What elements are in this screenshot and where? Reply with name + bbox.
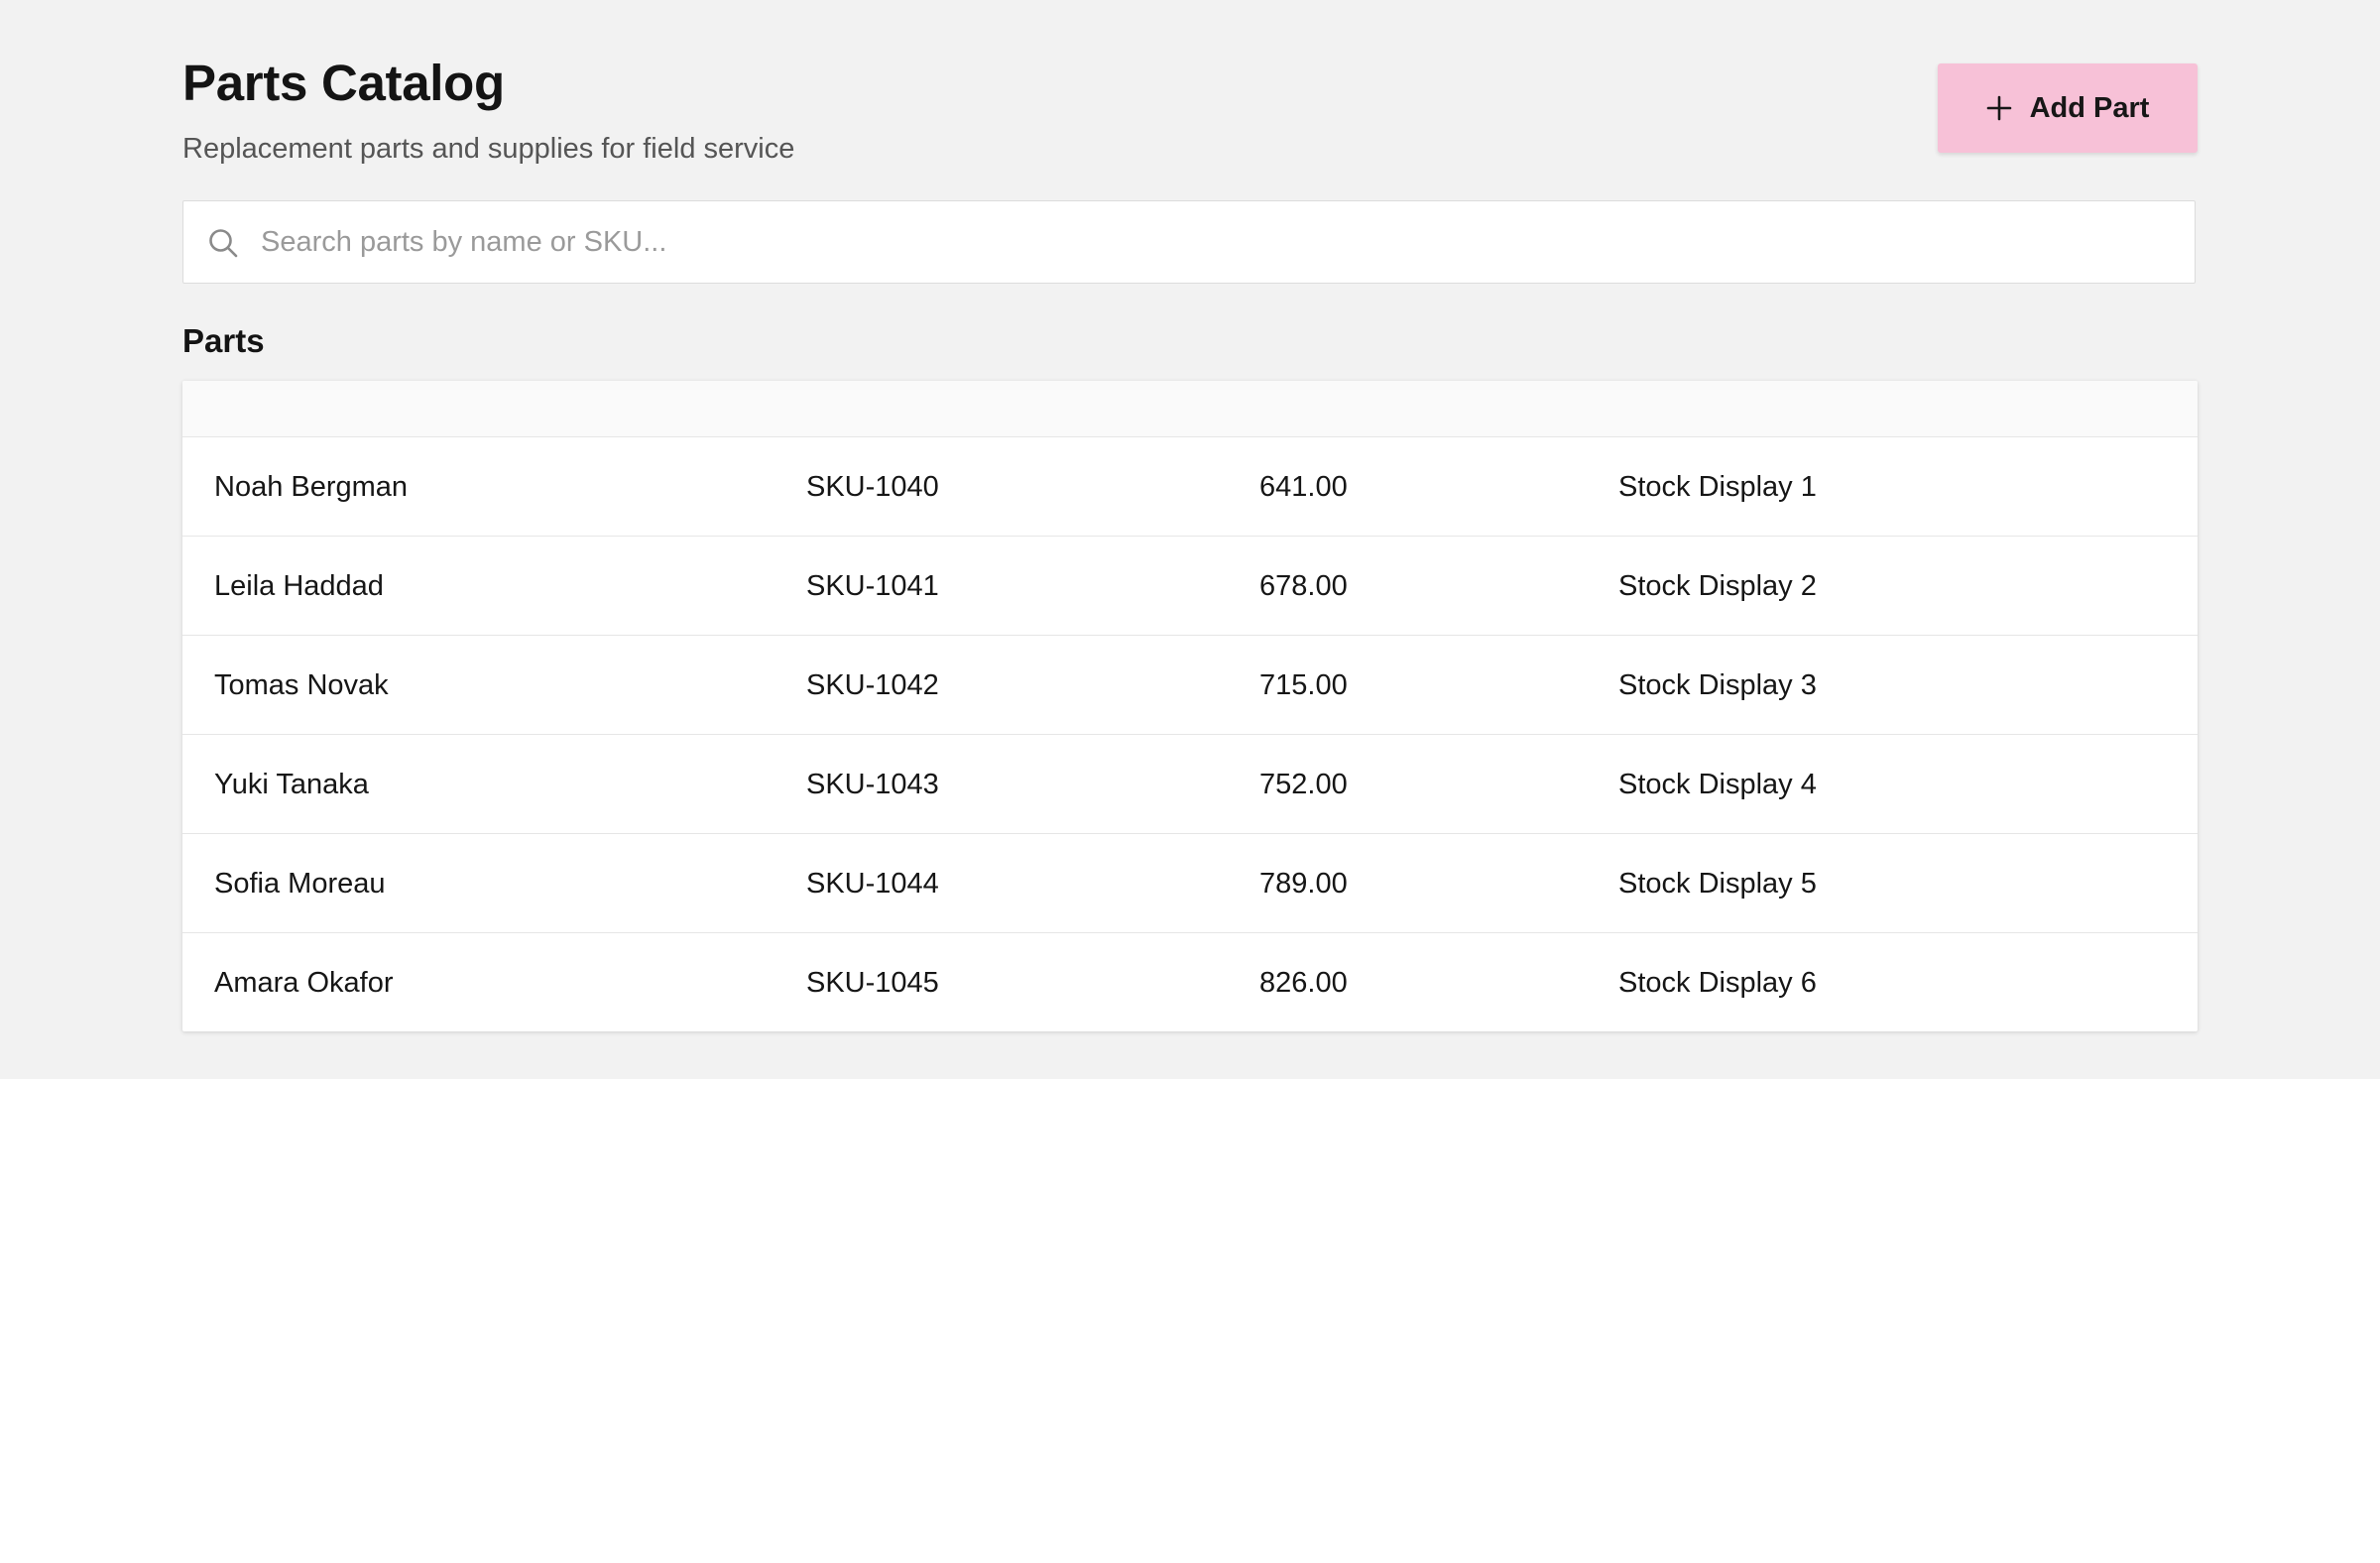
table-header [182,381,2198,436]
part-stock: Stock Display 6 [1618,967,1817,999]
part-price: 752.00 [1259,769,1348,800]
part-price: 826.00 [1259,967,1348,999]
part-sku: SKU-1044 [806,868,939,900]
table-row[interactable]: Leila Haddad SKU-1041 678.00 Stock Displ… [182,536,2198,635]
part-sku: SKU-1043 [806,769,939,800]
part-stock: Stock Display 4 [1618,769,1817,800]
part-name: Tomas Novak [214,669,389,701]
part-name: Yuki Tanaka [214,769,369,800]
table-row[interactable]: Yuki Tanaka SKU-1043 752.00 Stock Displa… [182,734,2198,833]
search-icon [207,227,239,259]
part-stock: Stock Display 2 [1618,570,1817,602]
part-name: Noah Bergman [214,471,409,503]
table-row[interactable]: Noah Bergman SKU-1040 641.00 Stock Displ… [182,436,2198,536]
search-input[interactable] [261,201,2145,283]
part-sku: SKU-1041 [806,570,939,602]
part-price: 715.00 [1259,669,1348,701]
main-container: Parts Catalog Replacement parts and supp… [182,0,2198,1031]
page-header: Parts Catalog Replacement parts and supp… [182,0,2198,200]
part-sku: SKU-1045 [806,967,939,999]
part-sku: SKU-1040 [806,471,939,503]
parts-section-title: Parts [182,322,265,359]
table-row[interactable]: Tomas Novak SKU-1042 715.00 Stock Displa… [182,635,2198,734]
search-box [182,200,2196,284]
add-part-button[interactable]: Add Part [1938,63,2198,153]
page-title: Parts Catalog [182,55,505,111]
table-row[interactable]: Amara Okafor SKU-1045 826.00 Stock Displ… [182,932,2198,1031]
part-stock: Stock Display 1 [1618,471,1817,503]
part-stock: Stock Display 3 [1618,669,1817,701]
part-price: 641.00 [1259,471,1348,503]
part-price: 789.00 [1259,868,1348,900]
part-name: Sofia Moreau [214,868,386,900]
part-name: Amara Okafor [214,967,394,999]
page-subtitle: Replacement parts and supplies for field… [182,133,795,165]
part-name: Leila Haddad [214,570,384,602]
part-stock: Stock Display 5 [1618,868,1817,900]
parts-table: Noah Bergman SKU-1040 641.00 Stock Displ… [182,381,2198,1031]
add-part-label: Add Part [2029,91,2150,124]
part-sku: SKU-1042 [806,669,939,701]
part-price: 678.00 [1259,570,1348,602]
table-row[interactable]: Sofia Moreau SKU-1044 789.00 Stock Displ… [182,833,2198,932]
plus-icon [1986,95,2012,121]
